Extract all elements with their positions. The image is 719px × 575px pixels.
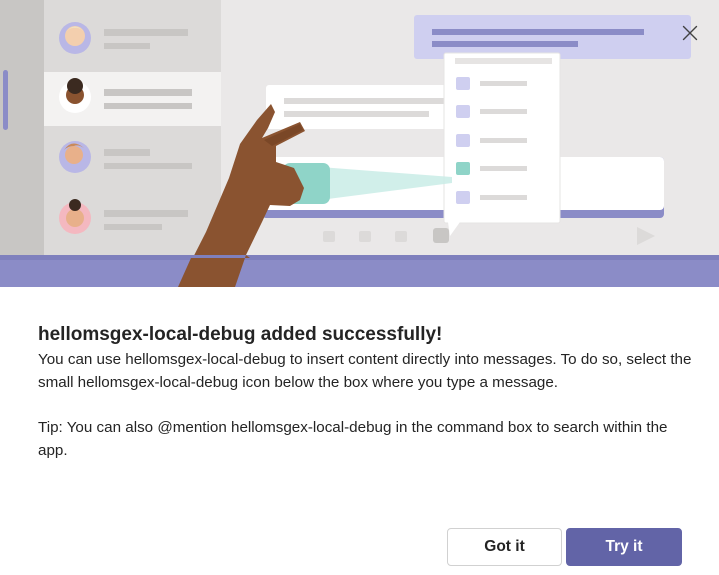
app-added-dialog: hellomsgex-local-debug added successfull… <box>0 0 719 575</box>
dialog-tip-text: Tip: You can also @mention hellomsgex-lo… <box>38 419 668 459</box>
dialog-content: hellomsgex-local-debug added successfull… <box>38 322 698 462</box>
dialog-title: hellomsgex-local-debug added successfull… <box>38 324 443 345</box>
try-it-button[interactable]: Try it <box>566 528 682 566</box>
close-button[interactable] <box>676 19 704 47</box>
got-it-button[interactable]: Got it <box>447 528 562 566</box>
close-icon <box>682 25 698 41</box>
hero-illustration <box>0 0 719 287</box>
dialog-body-text: You can use hellomsgex-local-debug to in… <box>38 351 692 391</box>
